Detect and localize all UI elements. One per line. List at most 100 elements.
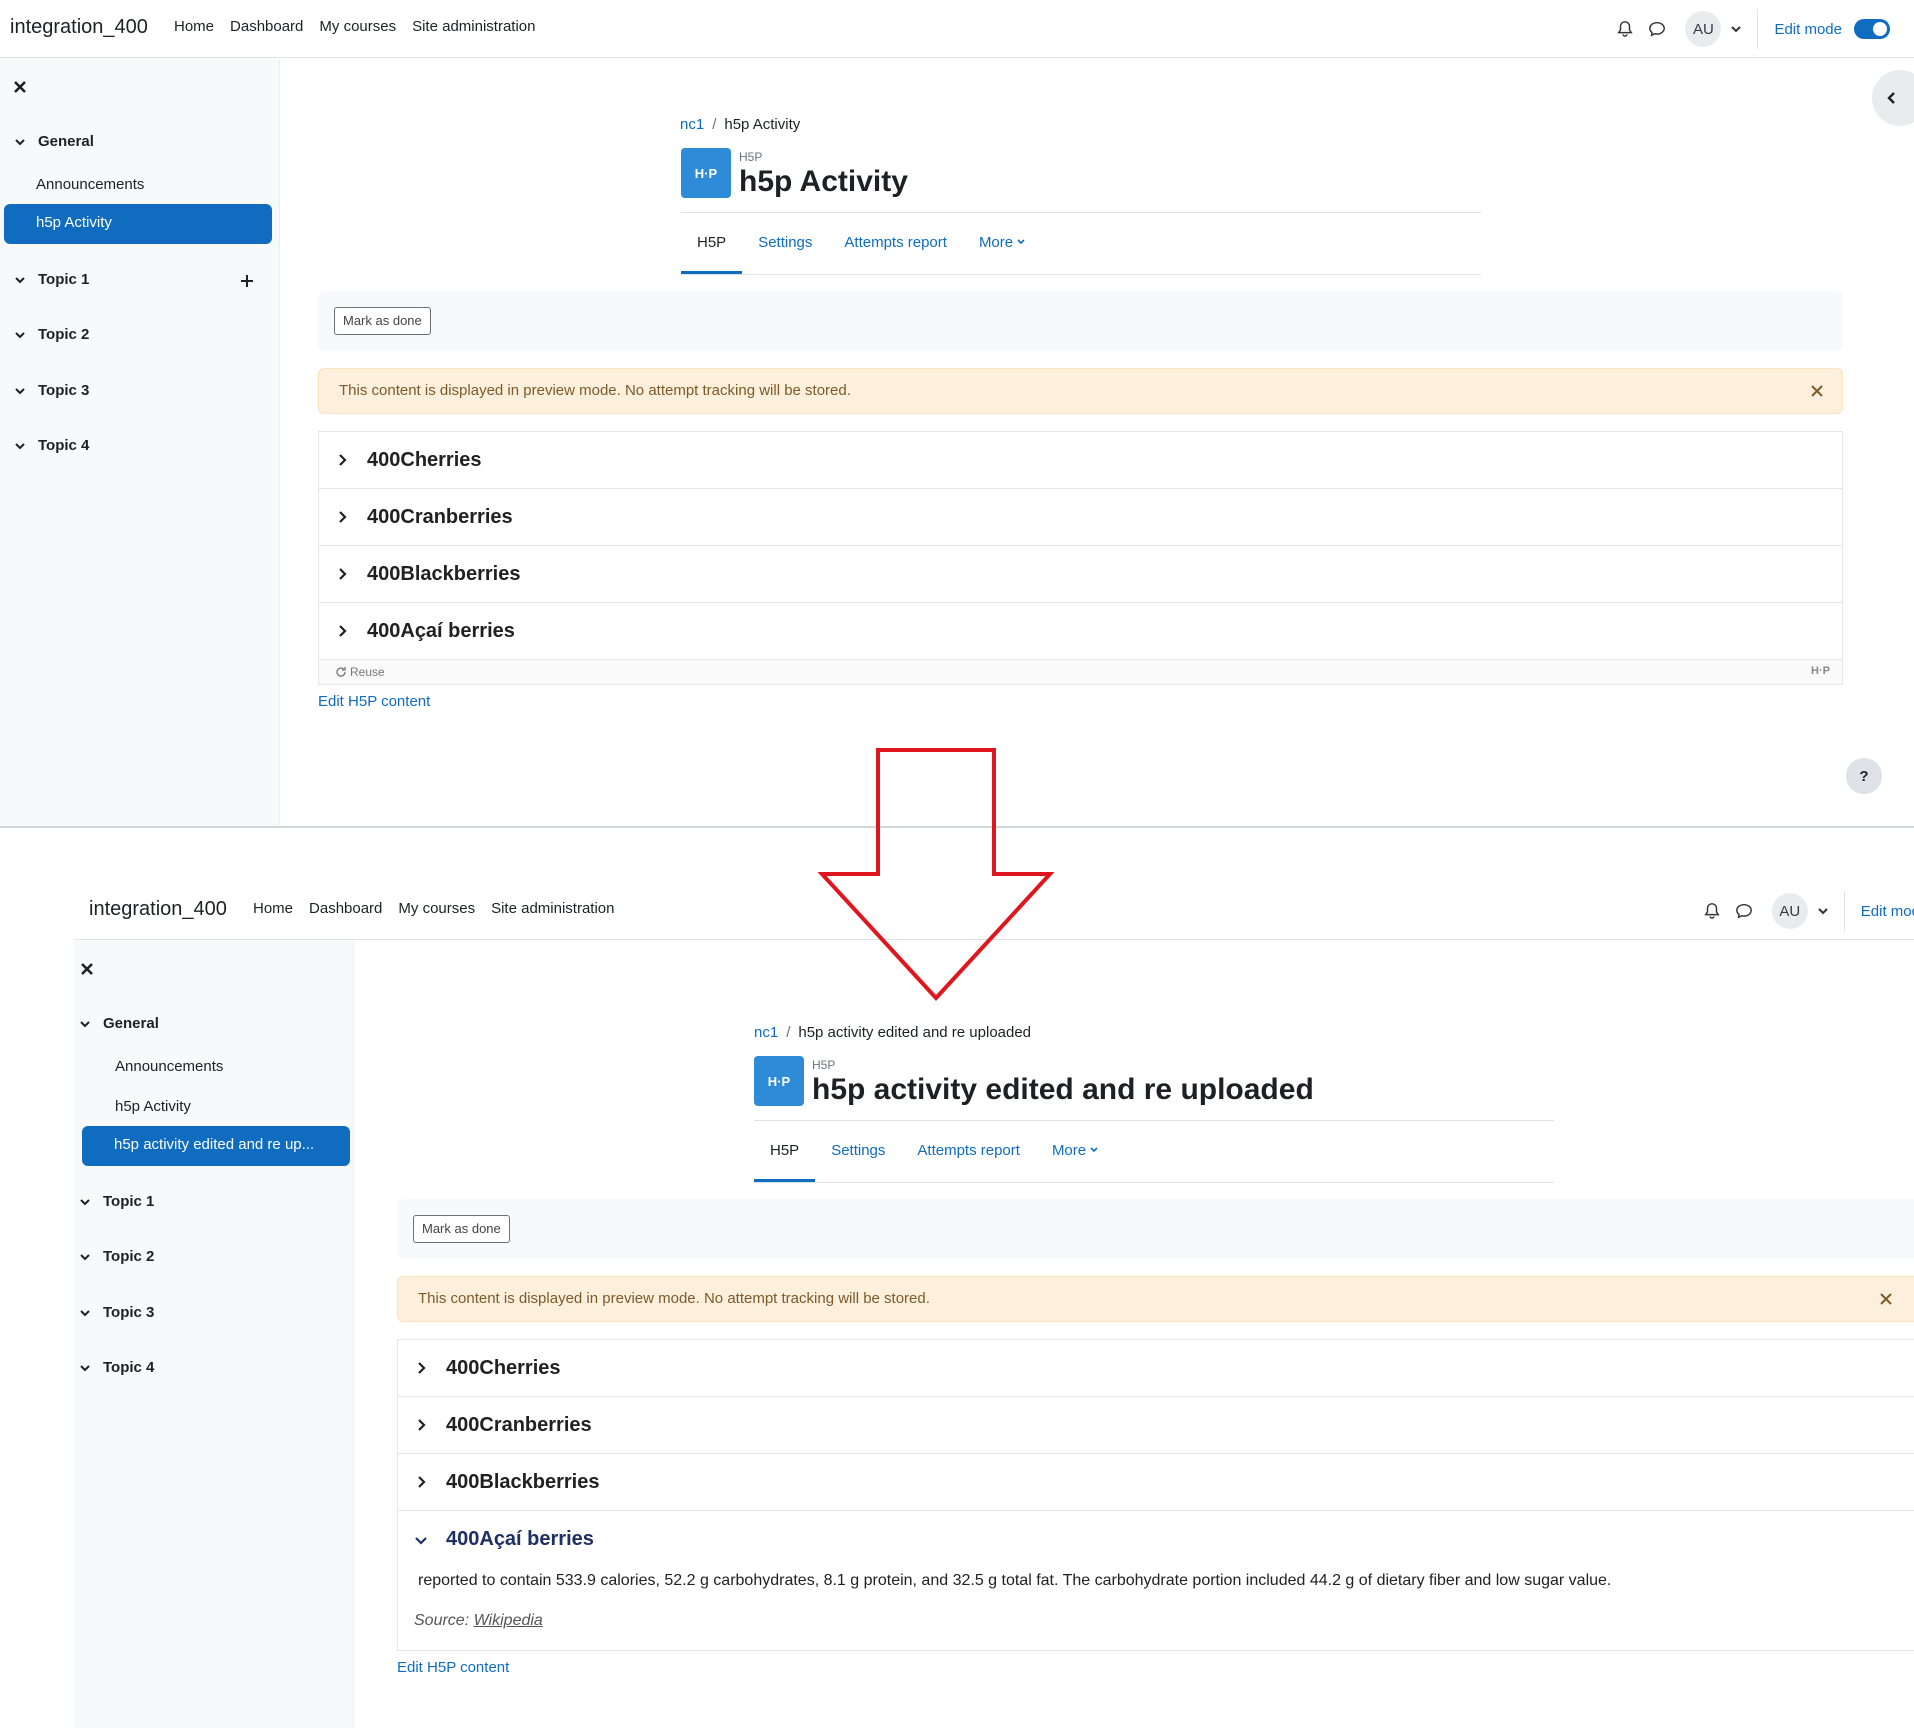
h5p-accordion: 400Cherries 400Cranberries 400Blackberri… bbox=[397, 1339, 1914, 1651]
panel-text: reported to contain 533.9 calories, 52.2… bbox=[418, 1572, 1612, 1589]
chevron-right-icon bbox=[339, 454, 347, 466]
drawer-item-h5p-activity[interactable]: h5p Activity bbox=[115, 1098, 191, 1115]
nav-site-administration[interactable]: Site administration bbox=[412, 18, 535, 35]
plus-move-icon[interactable] bbox=[240, 274, 254, 288]
accordion-item[interactable]: 400Blackberries bbox=[319, 546, 1842, 603]
tabs-divider bbox=[681, 274, 1481, 275]
accordion-panel: reported to contain 533.9 calories, 52.2… bbox=[398, 1568, 1914, 1650]
nav-my-courses[interactable]: My courses bbox=[319, 18, 396, 35]
chevron-down-icon bbox=[1017, 239, 1025, 245]
chevron-down-icon bbox=[80, 1309, 90, 1316]
section-topic-1[interactable]: Topic 1 bbox=[79, 1193, 154, 1210]
accordion-item-expanded[interactable]: 400Açaí berries bbox=[398, 1511, 1914, 1568]
nav-dashboard[interactable]: Dashboard bbox=[309, 900, 382, 917]
open-block-drawer-button[interactable] bbox=[1872, 70, 1914, 126]
h5p-footer: Reuse H·P bbox=[319, 660, 1842, 684]
accordion-item[interactable]: 400Blackberries bbox=[398, 1454, 1914, 1511]
secondary-nav-tabs: H5P Settings Attempts report More bbox=[754, 1120, 1115, 1182]
avatar[interactable]: AU bbox=[1771, 893, 1808, 929]
alert-text: This content is displayed in preview mod… bbox=[418, 1290, 930, 1307]
drawer-item-active[interactable]: h5p Activity bbox=[4, 204, 272, 244]
edit-h5p-content-link[interactable]: Edit H5P content bbox=[397, 1659, 509, 1676]
section-topic-3[interactable]: Topic 3 bbox=[14, 382, 89, 399]
nav-site-administration[interactable]: Site administration bbox=[491, 900, 614, 917]
reuse-button[interactable]: Reuse bbox=[335, 665, 385, 679]
arrow-down-icon bbox=[818, 748, 1054, 1001]
edit-h5p-content-link[interactable]: Edit H5P content bbox=[318, 693, 430, 710]
bell-icon[interactable] bbox=[1702, 901, 1722, 921]
drawer-item-active[interactable]: h5p activity edited and re up... bbox=[82, 1126, 350, 1166]
nav-home[interactable]: Home bbox=[174, 18, 214, 35]
source-link[interactable]: Wikipedia bbox=[474, 1612, 543, 1629]
h5p-activity-icon: H·P bbox=[681, 148, 731, 198]
tabs-divider bbox=[754, 1182, 1554, 1183]
chevron-right-icon bbox=[418, 1419, 426, 1431]
section-topic-1[interactable]: Topic 1 bbox=[14, 271, 89, 288]
edit-mode-label[interactable]: Edit mod bbox=[1861, 903, 1914, 920]
accordion-item[interactable]: 400Cranberries bbox=[398, 1397, 1914, 1454]
tab-more[interactable]: More bbox=[1036, 1120, 1115, 1182]
chevron-right-icon bbox=[339, 511, 347, 523]
screenshot-after: integration_400 Home Dashboard My course… bbox=[74, 882, 1914, 1728]
accordion-item[interactable]: 400Cranberries bbox=[319, 489, 1842, 546]
section-topic-2[interactable]: Topic 2 bbox=[79, 1248, 154, 1265]
close-icon[interactable] bbox=[12, 79, 28, 95]
course-index-drawer: General Announcements h5p Activity h5p a… bbox=[74, 941, 354, 1728]
chevron-down-icon[interactable] bbox=[1816, 904, 1830, 918]
section-general[interactable]: General bbox=[79, 1015, 159, 1032]
close-icon[interactable] bbox=[79, 961, 95, 977]
activity-completion-bar: Mark as done bbox=[397, 1199, 1914, 1259]
chevron-down-icon bbox=[80, 1020, 90, 1027]
accordion-item[interactable]: 400Cherries bbox=[398, 1340, 1914, 1397]
nav-dashboard[interactable]: Dashboard bbox=[230, 18, 303, 35]
breadcrumb-course[interactable]: nc1 bbox=[680, 116, 704, 133]
chat-icon[interactable] bbox=[1647, 19, 1667, 39]
tab-h5p[interactable]: H5P bbox=[681, 212, 743, 274]
edit-mode-toggle[interactable] bbox=[1854, 19, 1890, 39]
tab-attempts-report[interactable]: Attempts report bbox=[901, 1120, 1036, 1182]
nav-my-courses[interactable]: My courses bbox=[398, 900, 475, 917]
close-icon[interactable] bbox=[1810, 384, 1824, 398]
page-title: h5p Activity bbox=[739, 165, 908, 198]
accordion-item[interactable]: 400Cherries bbox=[319, 432, 1842, 489]
secondary-nav-tabs: H5P Settings Attempts report More bbox=[681, 212, 1042, 274]
nav-home[interactable]: Home bbox=[253, 900, 293, 917]
breadcrumb-current: h5p Activity bbox=[724, 116, 801, 133]
preview-mode-alert: This content is displayed in preview mod… bbox=[397, 1276, 1914, 1322]
tab-more[interactable]: More bbox=[963, 212, 1042, 274]
mark-as-done-button[interactable]: Mark as done bbox=[334, 307, 431, 335]
course-index-drawer: General Announcements h5p Activity Topic… bbox=[0, 59, 280, 826]
site-name[interactable]: integration_400 bbox=[89, 898, 227, 921]
chevron-left-icon bbox=[1887, 92, 1895, 104]
section-general[interactable]: General bbox=[14, 133, 94, 150]
chevron-down-icon bbox=[15, 387, 25, 394]
breadcrumb-course[interactable]: nc1 bbox=[754, 1024, 778, 1041]
drawer-item-announcements[interactable]: Announcements bbox=[36, 176, 144, 193]
site-name[interactable]: integration_400 bbox=[10, 16, 148, 39]
tab-settings[interactable]: Settings bbox=[742, 212, 828, 274]
avatar[interactable]: AU bbox=[1685, 11, 1722, 47]
tab-h5p[interactable]: H5P bbox=[754, 1120, 816, 1182]
section-topic-3[interactable]: Topic 3 bbox=[79, 1304, 154, 1321]
accordion-item[interactable]: 400Açaí berries bbox=[319, 603, 1842, 660]
section-topic-4[interactable]: Topic 4 bbox=[79, 1359, 154, 1376]
chevron-down-icon bbox=[80, 1253, 90, 1260]
chevron-down-icon[interactable] bbox=[1729, 22, 1743, 36]
breadcrumb-current: h5p activity edited and re uploaded bbox=[798, 1024, 1032, 1041]
section-topic-4[interactable]: Topic 4 bbox=[14, 437, 89, 454]
drawer-item-announcements[interactable]: Announcements bbox=[115, 1058, 223, 1075]
tab-settings[interactable]: Settings bbox=[815, 1120, 901, 1182]
h5p-logo[interactable]: H·P bbox=[1811, 665, 1830, 677]
mark-as-done-button[interactable]: Mark as done bbox=[413, 1215, 510, 1243]
chat-icon[interactable] bbox=[1734, 901, 1754, 921]
tab-attempts-report[interactable]: Attempts report bbox=[828, 212, 963, 274]
section-topic-2[interactable]: Topic 2 bbox=[14, 326, 89, 343]
close-icon[interactable] bbox=[1879, 1292, 1893, 1306]
help-button[interactable]: ? bbox=[1846, 758, 1882, 794]
h5p-activity-icon: H·P bbox=[754, 1056, 804, 1106]
chevron-right-icon bbox=[339, 568, 347, 580]
module-type-label: H5P bbox=[812, 1058, 836, 1072]
navbar-right: AU Edit mode bbox=[1615, 9, 1914, 49]
bell-icon[interactable] bbox=[1615, 19, 1635, 39]
chevron-down-icon bbox=[15, 442, 25, 449]
